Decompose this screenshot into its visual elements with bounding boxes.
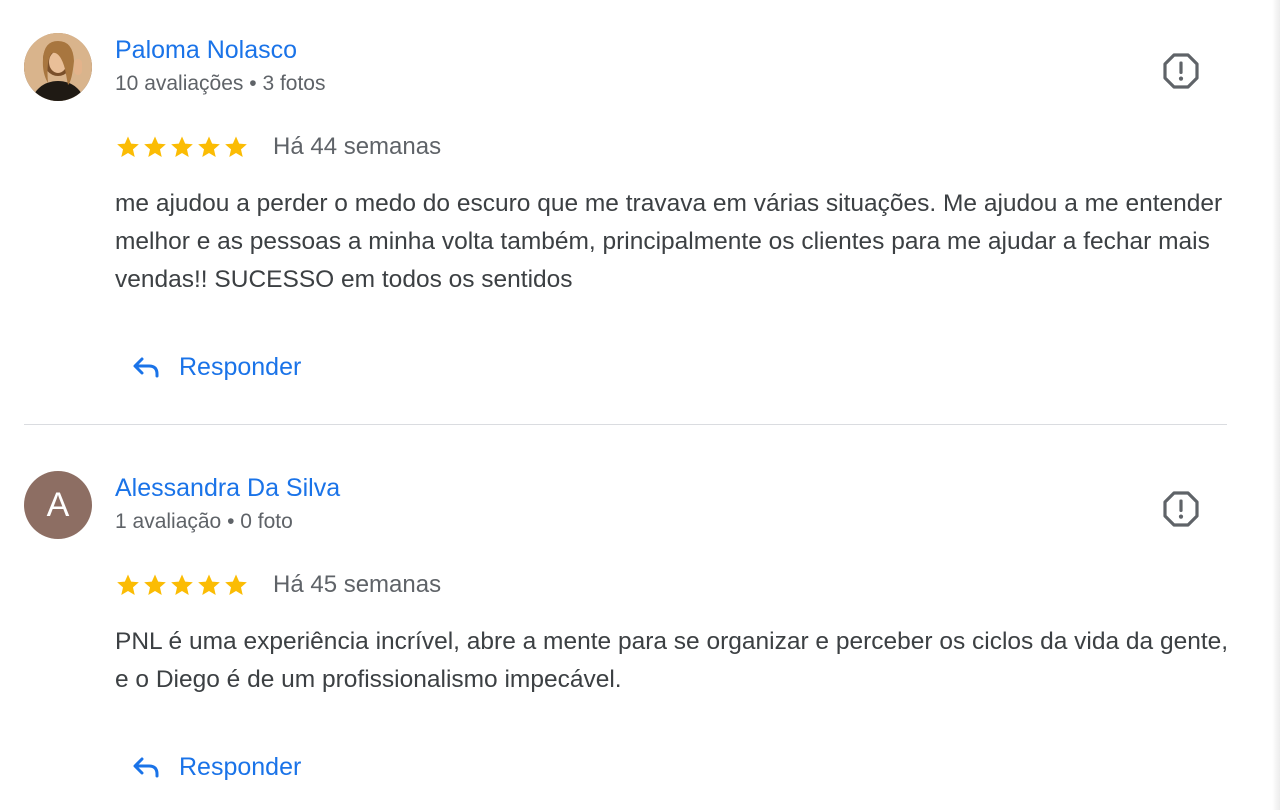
star-icon <box>144 136 166 157</box>
review-card: A Alessandra Da Silva 1 avaliação • 0 fo… <box>0 425 1240 810</box>
star-rating: Há 45 semanas <box>115 570 441 600</box>
star-icon <box>198 574 220 595</box>
star-icon <box>117 136 139 157</box>
author-meta: 10 avaliações • 3 fotos <box>115 72 326 95</box>
author-name[interactable]: Paloma Nolasco <box>115 36 297 65</box>
stars <box>115 134 249 160</box>
avatar[interactable]: A <box>24 471 92 539</box>
star-icon <box>225 574 247 595</box>
reply-label: Responder <box>179 352 302 381</box>
reply-label: Responder <box>179 752 302 781</box>
reply-button[interactable]: Responder <box>130 347 301 387</box>
review-date: Há 45 semanas <box>273 571 442 598</box>
stars <box>115 572 249 598</box>
star-icon <box>225 136 247 157</box>
author-meta: 1 avaliação • 0 foto <box>115 510 293 533</box>
reply-arrow-icon <box>133 757 159 778</box>
avatar[interactable] <box>24 33 92 101</box>
avatar-letter: A <box>46 486 70 524</box>
review-text: PNL é uma experiência incrível, abre a m… <box>115 628 1229 693</box>
review-date: Há 44 semanas <box>273 133 442 160</box>
report-flag-icon[interactable] <box>1163 53 1199 89</box>
star-icon <box>144 574 166 595</box>
scrollbar-edge <box>1272 0 1280 810</box>
star-icon <box>171 136 193 157</box>
review-text: me ajudou a perder o medo do escuro que … <box>115 190 1223 293</box>
star-icon <box>198 136 220 157</box>
star-icon <box>171 574 193 595</box>
report-flag-icon[interactable] <box>1163 491 1199 527</box>
author-name[interactable]: Alessandra Da Silva <box>115 474 340 503</box>
star-icon <box>117 574 139 595</box>
reply-arrow-icon <box>133 357 159 378</box>
avatar-photo-image <box>24 33 92 101</box>
review-card: Paloma Nolasco 10 avaliações • 3 fotos H… <box>0 0 1240 424</box>
star-rating: Há 44 semanas <box>115 132 441 162</box>
reply-button[interactable]: Responder <box>130 747 301 787</box>
